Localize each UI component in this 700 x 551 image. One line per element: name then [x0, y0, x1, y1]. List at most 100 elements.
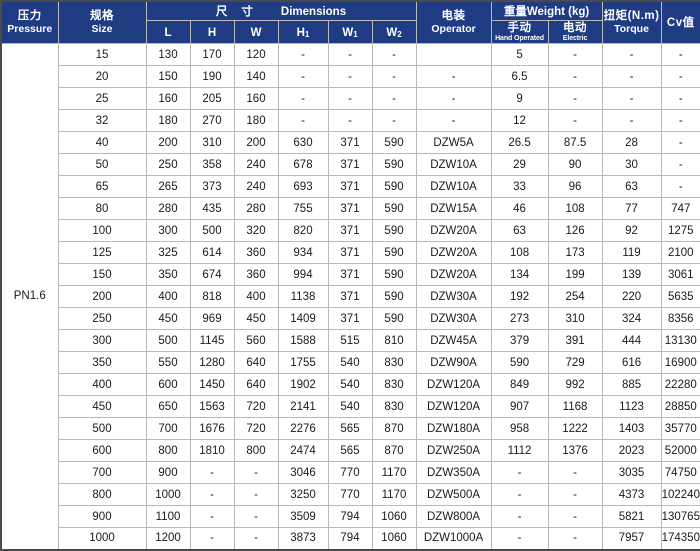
cell-W: 120: [233, 43, 279, 67]
cell-operator: DZW800A: [415, 505, 492, 529]
cell-cv: -: [660, 131, 700, 155]
cell-weight_electric: 729: [547, 351, 603, 375]
cell-operator: DZW120A: [415, 373, 492, 397]
cell-weight_manual: 26.5: [490, 131, 549, 155]
cell-weight_electric: -: [547, 109, 603, 133]
cell-W1: 371: [327, 153, 373, 177]
cell-H: -: [189, 483, 235, 507]
cell-operator: DZW90A: [415, 351, 492, 375]
cell-L: 130: [145, 43, 191, 67]
cell-weight_electric: -: [547, 527, 603, 551]
cell-weight_electric: 108: [547, 197, 603, 221]
header-dim-l: L: [145, 19, 191, 45]
table-body: PN1.6 15 130 170 120- - -5- - -20 150 190 140- - - -6.…: [0, 43, 700, 551]
cell-weight_manual: 6.5: [490, 65, 549, 89]
table-row: 50 250 358 240 678 371 590 DZW10A 29 90 30-: [1, 153, 700, 177]
cell-weight_manual: 46: [490, 197, 549, 221]
cell-L: 600: [145, 373, 191, 397]
cell-W: 800: [233, 439, 279, 463]
cell-size: 700: [57, 461, 147, 485]
cell-L: 200: [145, 131, 191, 155]
cell-W2: 830: [371, 373, 417, 397]
header-pressure-cn: 压力: [17, 10, 42, 23]
cell-operator: DZW45A: [415, 329, 492, 353]
header-weight-manual: 手动 Hand Operated: [490, 19, 549, 45]
cell-operator: DZW20A: [415, 219, 492, 243]
cell-cv: 2100: [660, 241, 700, 265]
cell-weight_manual: 590: [490, 351, 549, 375]
cell-operator: DZW15A: [415, 197, 492, 221]
cell-H: 1563: [189, 395, 235, 419]
cell-weight_electric: 254: [547, 285, 603, 309]
cell-H1: 2141: [277, 395, 329, 419]
cell-cv: 13130: [660, 329, 700, 353]
cell-cv: 16900: [660, 351, 700, 375]
header-weight-electric-en: Electric: [562, 35, 588, 43]
cell-weight_manual: 33: [490, 175, 549, 199]
cell-H: 435: [189, 197, 235, 221]
cell-W1: 371: [327, 197, 373, 221]
cell-L: 700: [145, 417, 191, 441]
cell-H1: -: [277, 87, 329, 111]
cell-size: 15: [57, 43, 147, 67]
header-weight-manual-en: Hand Operated: [495, 35, 544, 43]
cell-L: 500: [145, 329, 191, 353]
cell-H: 674: [189, 263, 235, 287]
table-row: 500 700 1676 720 2276 565 870 DZW180A 958 1222 140…: [1, 417, 700, 441]
cell-torque: 63: [601, 175, 662, 199]
table-row: 250 450 969 450 1409 371 590 DZW30A 273 310 324 835…: [1, 307, 700, 331]
cell-W2: -: [371, 109, 417, 133]
cell-H: 190: [189, 65, 235, 89]
cell-H: 358: [189, 153, 235, 177]
cell-operator: -: [415, 87, 492, 111]
header-operator: 电装 Operator: [415, 0, 492, 45]
cell-operator: -: [415, 65, 492, 89]
cell-cv: -: [660, 87, 700, 111]
cell-weight_manual: 5: [490, 43, 549, 67]
cell-size: 250: [57, 307, 147, 331]
cell-cv: 1275: [660, 219, 700, 243]
cell-W1: -: [327, 87, 373, 111]
cell-W: -: [233, 461, 279, 485]
header-dim-w: W: [233, 19, 279, 45]
table-row: 32 180 270 180- - - -12- - -: [1, 109, 700, 133]
cell-L: 300: [145, 219, 191, 243]
table-row: 800 1000- -3250 770 1170 DZW500A - -4373 102240: [1, 483, 700, 507]
cell-cv: -: [660, 109, 700, 133]
cell-L: 1100: [145, 505, 191, 529]
cell-W1: 371: [327, 263, 373, 287]
cell-weight_electric: 310: [547, 307, 603, 331]
header-pressure: 压力 Pressure: [0, 0, 59, 45]
cell-size: 300: [57, 329, 147, 353]
cell-size: 500: [57, 417, 147, 441]
cell-torque: -: [601, 87, 662, 111]
cell-cv: 28850: [660, 395, 700, 419]
cell-weight_manual: 958: [490, 417, 549, 441]
cell-L: 250: [145, 153, 191, 177]
cell-operator: DZW20A: [415, 241, 492, 265]
cell-cv: 102240: [660, 483, 700, 507]
cell-operator: DZW1000A: [415, 527, 492, 551]
cell-L: 1200: [145, 527, 191, 551]
table-row: 900 1100- -3509 794 1060 DZW800A - -5821 130765: [1, 505, 700, 529]
cell-size: 20: [57, 65, 147, 89]
cell-W: 280: [233, 197, 279, 221]
cell-H: 373: [189, 175, 235, 199]
cell-W2: 590: [371, 153, 417, 177]
table-row: 80 280 435 280 755 371 590 DZW15A 46 108 77 747: [1, 197, 700, 221]
cell-weight_electric: 96: [547, 175, 603, 199]
cell-W2: 1060: [371, 527, 417, 551]
cell-weight_electric: 173: [547, 241, 603, 265]
cell-H1: 755: [277, 197, 329, 221]
header-dim-w1: W1: [327, 19, 373, 45]
cell-cv: -: [660, 43, 700, 67]
table-row: 350 550 1280 640 1755 540 830 DZW90A 590 729 616 16…: [1, 351, 700, 375]
cell-W1: 565: [327, 439, 373, 463]
cell-H1: 934: [277, 241, 329, 265]
cell-W: 360: [233, 263, 279, 287]
cell-W1: 515: [327, 329, 373, 353]
cell-cv: 3061: [660, 263, 700, 287]
cell-torque: 30: [601, 153, 662, 177]
cell-torque: 220: [601, 285, 662, 309]
cell-W2: 590: [371, 285, 417, 309]
